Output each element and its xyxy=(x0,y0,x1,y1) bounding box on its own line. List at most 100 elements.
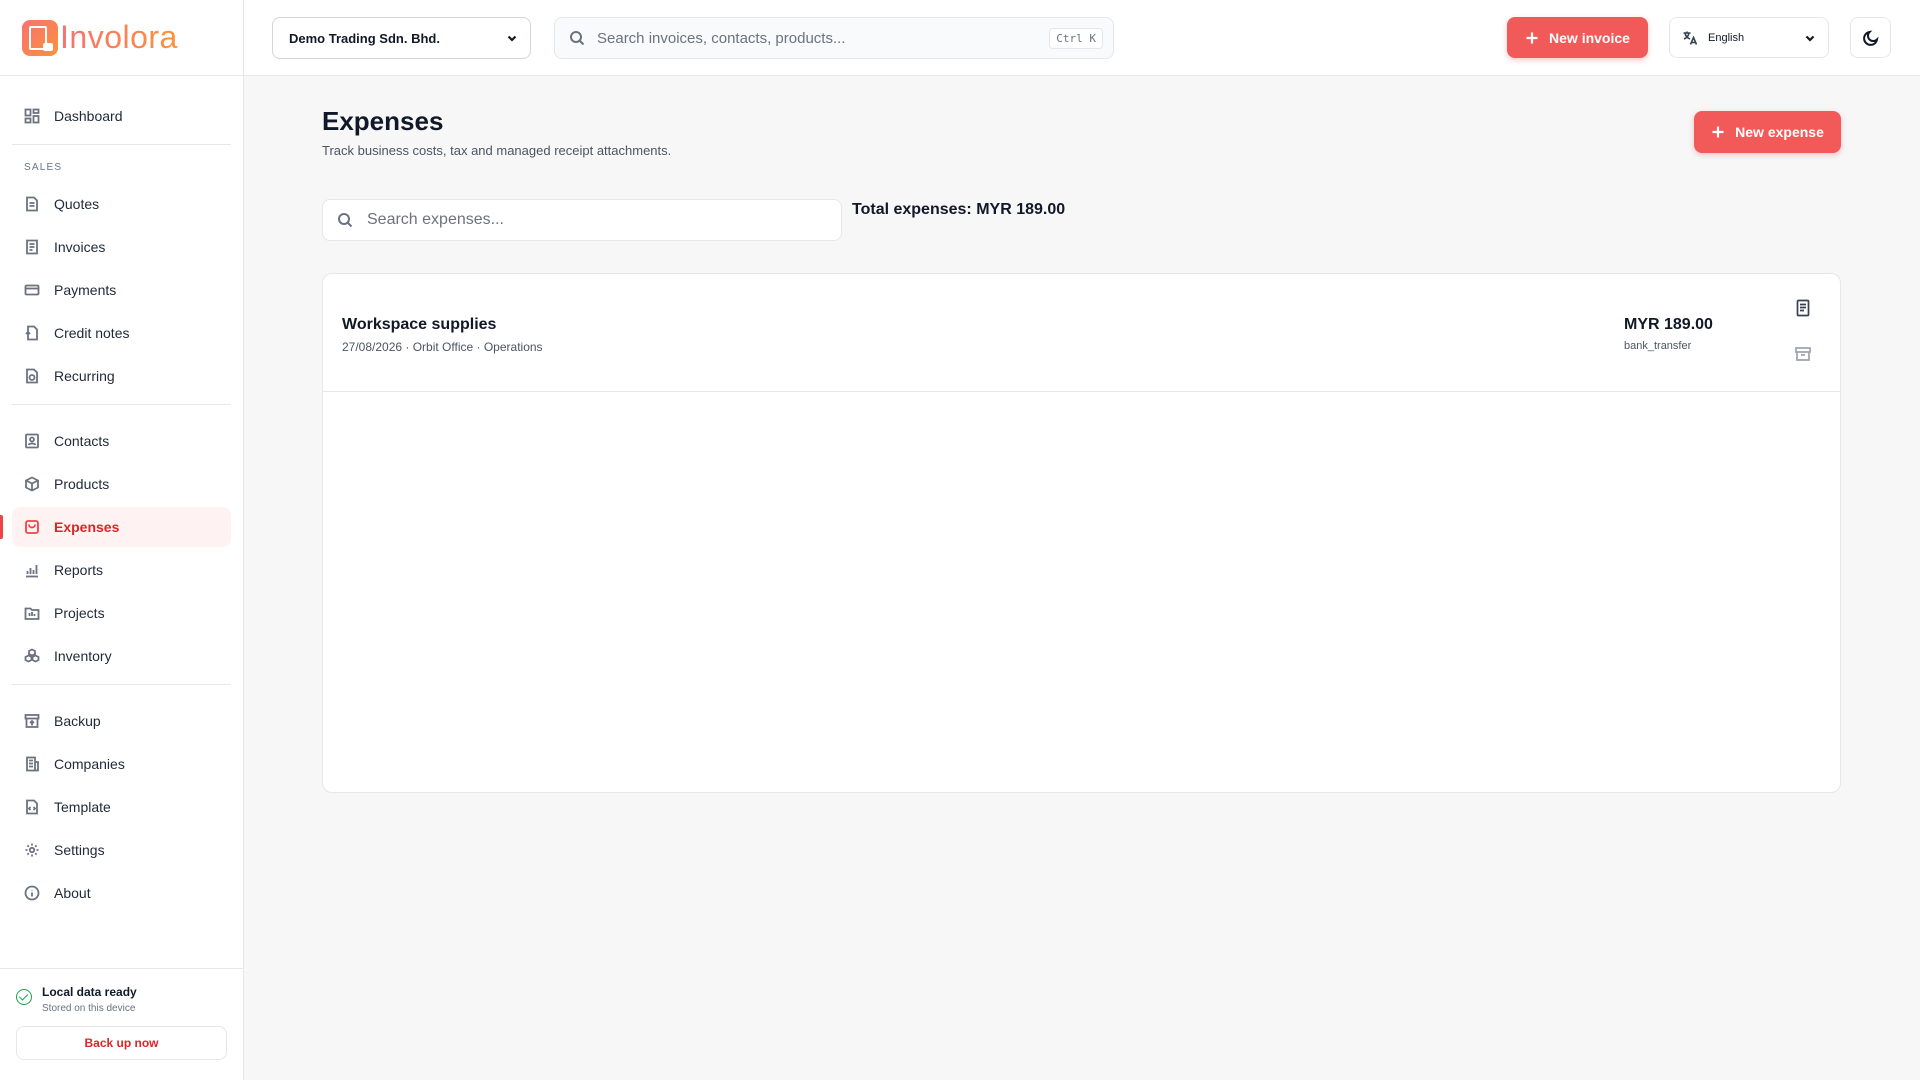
sidebar-item-label: Companies xyxy=(54,756,125,772)
sidebar-item-reports[interactable]: Reports xyxy=(12,550,231,590)
sidebar-item-label: Invoices xyxy=(54,239,106,255)
nav-divider xyxy=(12,684,231,685)
status-subtitle: Stored on this device xyxy=(42,1003,136,1014)
language-select-value: English xyxy=(1708,31,1745,44)
quote-document-icon xyxy=(26,196,38,212)
search-icon xyxy=(570,31,585,46)
expenses-list: Workspace supplies 27/08/2026 · Orbit Of… xyxy=(322,273,1841,793)
check-circle-icon xyxy=(16,989,32,1005)
expense-title: Workspace supplies xyxy=(342,316,497,333)
expense-search-input[interactable] xyxy=(367,211,827,229)
new-expense-button[interactable]: New expense xyxy=(1694,111,1841,153)
list-item[interactable]: Workspace supplies 27/08/2026 · Orbit Of… xyxy=(323,274,1840,392)
app-logo[interactable]: Involora xyxy=(0,0,243,76)
sidebar-item-label: Backup xyxy=(54,713,101,729)
sidebar-item-credit-notes[interactable]: Credit notes xyxy=(12,313,231,353)
sidebar-item-products[interactable]: Products xyxy=(12,464,231,504)
sidebar: Involora Dashboard SALES Quotes Invoices… xyxy=(0,0,244,1080)
local-data-status: Local data ready Stored on this device xyxy=(16,985,227,1014)
sidebar-item-label: Credit notes xyxy=(54,325,130,341)
sidebar-item-template[interactable]: Template xyxy=(12,787,231,827)
folder-icon xyxy=(24,607,40,620)
top-bar: Demo Trading Sdn. Bhd. Search invoices, … xyxy=(244,0,1920,76)
total-expenses: Total expenses: MYR 189.00 xyxy=(852,201,1066,218)
sidebar-item-quotes[interactable]: Quotes xyxy=(12,184,231,224)
global-search-input[interactable]: Search invoices, contacts, products... C… xyxy=(554,17,1114,59)
sidebar-item-label: Contacts xyxy=(54,433,110,449)
dashboard-icon xyxy=(24,108,40,124)
chart-icon xyxy=(26,565,38,578)
archive-icon xyxy=(1795,347,1811,361)
sidebar-item-recurring[interactable]: Recurring xyxy=(12,356,231,396)
sidebar-item-label: Quotes xyxy=(54,196,100,212)
new-invoice-label: New invoice xyxy=(1549,29,1630,46)
expense-search-field[interactable] xyxy=(322,199,842,241)
page-title: Expenses xyxy=(322,106,444,136)
sidebar-item-payments[interactable]: Payments xyxy=(12,270,231,310)
sidebar-item-inventory[interactable]: Inventory xyxy=(12,636,231,676)
page-subtitle: Track business costs, tax and managed re… xyxy=(322,143,672,158)
sidebar-item-label: Expenses xyxy=(54,519,120,535)
active-indicator xyxy=(0,515,3,539)
expense-payment-method: bank_transfer xyxy=(1624,340,1692,352)
expense-amount: MYR 189.00 xyxy=(1624,316,1713,333)
file-code-icon xyxy=(26,799,38,815)
nav-section-sales: SALES xyxy=(24,162,63,173)
language-select[interactable]: English xyxy=(1669,17,1829,58)
plus-icon xyxy=(1712,126,1724,138)
sidebar-item-label: Recurring xyxy=(54,368,115,384)
sidebar-item-label: About xyxy=(54,885,91,901)
sidebar-item-label: Dashboard xyxy=(54,108,123,124)
plus-icon xyxy=(1526,32,1538,43)
receipt-icon xyxy=(1796,299,1810,317)
new-invoice-button[interactable]: New invoice xyxy=(1507,17,1648,58)
keyboard-shortcut-badge: Ctrl K xyxy=(1049,27,1103,49)
company-select-value: Demo Trading Sdn. Bhd. xyxy=(289,30,440,46)
sidebar-item-label: Inventory xyxy=(54,648,112,664)
sidebar-item-about[interactable]: About xyxy=(12,873,231,913)
sidebar-item-label: Payments xyxy=(54,282,117,298)
package-icon xyxy=(25,476,39,492)
logo-icon xyxy=(22,19,58,56)
recurring-icon xyxy=(26,368,38,384)
sidebar-item-contacts[interactable]: Contacts xyxy=(12,421,231,461)
building-icon xyxy=(26,756,39,772)
credit-card-icon xyxy=(24,284,40,296)
archive-upload-icon xyxy=(24,714,40,728)
sidebar-item-companies[interactable]: Companies xyxy=(12,744,231,784)
sidebar-item-label: Template xyxy=(54,799,111,815)
info-icon xyxy=(24,885,40,901)
global-search-placeholder: Search invoices, contacts, products... xyxy=(597,29,846,47)
sidebar-item-label: Reports xyxy=(54,562,104,578)
sidebar-item-dashboard[interactable]: Dashboard xyxy=(12,96,231,136)
sidebar-item-label: Settings xyxy=(54,842,105,858)
sidebar-item-settings[interactable]: Settings xyxy=(12,830,231,870)
sidebar-item-label: Projects xyxy=(54,605,105,621)
chevron-down-icon xyxy=(507,35,517,42)
contacts-icon xyxy=(25,433,39,449)
sidebar-item-label: Products xyxy=(54,476,110,492)
company-select[interactable]: Demo Trading Sdn. Bhd. xyxy=(272,17,531,59)
app-name: Involora xyxy=(60,19,178,55)
theme-toggle-button[interactable] xyxy=(1850,17,1891,58)
translate-icon xyxy=(1683,31,1698,45)
nav-divider xyxy=(12,404,231,405)
search-icon xyxy=(338,213,353,228)
moon-icon xyxy=(1862,29,1879,46)
status-title: Local data ready xyxy=(42,985,137,999)
archive-button[interactable] xyxy=(1793,344,1813,364)
sidebar-item-projects[interactable]: Projects xyxy=(12,593,231,633)
expense-meta: 27/08/2026 · Orbit Office · Operations xyxy=(342,340,543,354)
shopping-bag-icon xyxy=(25,520,39,534)
invoice-icon xyxy=(26,239,38,255)
credit-note-icon xyxy=(25,325,38,341)
boxes-icon xyxy=(24,648,40,663)
sidebar-footer: Local data ready Stored on this device B… xyxy=(0,968,243,1080)
sidebar-item-expenses[interactable]: Expenses xyxy=(12,507,231,547)
gear-icon xyxy=(25,843,39,857)
new-expense-label: New expense xyxy=(1735,124,1824,140)
back-up-now-button[interactable]: Back up now xyxy=(16,1026,227,1060)
sidebar-item-invoices[interactable]: Invoices xyxy=(12,227,231,267)
sidebar-item-backup[interactable]: Backup xyxy=(12,701,231,741)
view-receipt-button[interactable] xyxy=(1793,298,1813,318)
